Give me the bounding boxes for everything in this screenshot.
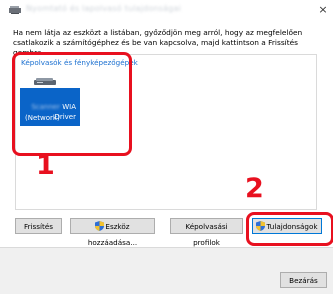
- scanner-app-icon: [9, 6, 21, 14]
- properties-dialog: Nyomtató és lapolvasó tulajdonságai × Ha…: [0, 0, 333, 294]
- window-title: Nyomtató és lapolvasó tulajdonságai: [26, 4, 182, 13]
- callout-number-1: 1: [36, 150, 55, 181]
- close-window-button[interactable]: ×: [316, 3, 330, 17]
- scan-profiles-button[interactable]: Képolvasási profilok: [170, 218, 243, 247]
- highlight-properties-button: [246, 212, 333, 246]
- refresh-button[interactable]: Frissítés: [15, 218, 62, 234]
- add-device-button[interactable]: Eszköz hozzáadása...: [70, 218, 155, 247]
- title-bar: Nyomtató és lapolvasó tulajdonságai ×: [0, 0, 333, 20]
- callout-number-2: 2: [245, 173, 264, 204]
- highlight-device-box: [12, 52, 132, 156]
- close-button[interactable]: Bezárás: [280, 272, 327, 288]
- uac-shield-icon: [95, 221, 105, 231]
